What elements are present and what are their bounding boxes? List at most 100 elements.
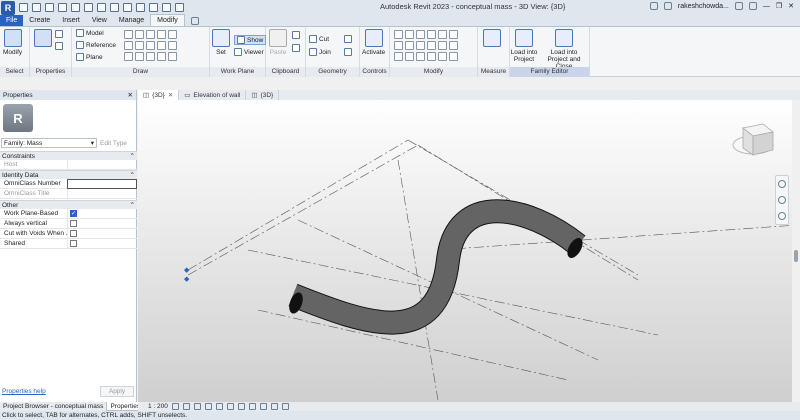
match-icon[interactable] bbox=[449, 52, 458, 61]
view-tab-3d-2[interactable]: ◫ {3D} bbox=[246, 90, 280, 100]
save-icon[interactable] bbox=[32, 3, 41, 12]
shadows-icon[interactable] bbox=[204, 403, 212, 410]
polygon-tool-icon[interactable] bbox=[146, 30, 155, 39]
paste-button[interactable]: Paste bbox=[269, 29, 287, 56]
switch-windows-icon[interactable] bbox=[162, 3, 171, 12]
detail-level-icon[interactable] bbox=[171, 403, 179, 410]
delete-icon[interactable] bbox=[427, 52, 436, 61]
type-properties-button[interactable] bbox=[55, 30, 63, 38]
maximize-button[interactable]: ❐ bbox=[776, 2, 782, 10]
unpin-icon[interactable] bbox=[416, 52, 425, 61]
help-icon[interactable] bbox=[748, 2, 757, 10]
join-geometry-button[interactable]: Join bbox=[309, 48, 331, 56]
pin-icon[interactable] bbox=[449, 41, 458, 50]
omniclass-number-field[interactable] bbox=[67, 178, 137, 189]
tab-extra-dropdown[interactable] bbox=[185, 15, 205, 26]
partial-ellipse-tool-icon[interactable] bbox=[146, 41, 155, 50]
user-icon[interactable] bbox=[663, 2, 672, 10]
model-line-button[interactable]: Model bbox=[76, 29, 104, 37]
text-icon[interactable] bbox=[97, 3, 106, 12]
fillet-tool-icon[interactable] bbox=[157, 41, 166, 50]
minimize-button[interactable]: — bbox=[763, 3, 770, 10]
array-icon[interactable] bbox=[394, 52, 403, 61]
offset-icon[interactable] bbox=[405, 30, 414, 39]
render-icon[interactable] bbox=[215, 403, 223, 410]
select-panel-label[interactable]: Select bbox=[0, 67, 29, 77]
family-selector[interactable]: Family: Mass ▾ bbox=[1, 138, 97, 148]
zoom-icon[interactable] bbox=[778, 196, 786, 204]
tangent-arc-tool-icon[interactable] bbox=[146, 52, 155, 61]
vertical-scrollbar[interactable] bbox=[792, 100, 800, 402]
sun-path-icon[interactable] bbox=[193, 403, 201, 410]
set-work-plane-button[interactable]: Set bbox=[212, 29, 230, 56]
move-icon[interactable] bbox=[394, 41, 403, 50]
cut-clipboard-button[interactable] bbox=[292, 44, 300, 52]
thin-lines-icon[interactable] bbox=[136, 3, 145, 12]
show-work-plane-button[interactable]: Show bbox=[234, 35, 267, 45]
properties-button[interactable] bbox=[34, 29, 52, 49]
cart-icon[interactable] bbox=[734, 2, 743, 10]
work-plane-based-checkbox[interactable]: ✓ bbox=[70, 210, 77, 217]
info-icon[interactable] bbox=[649, 2, 658, 10]
viewer-button[interactable]: Viewer bbox=[234, 48, 264, 56]
3d-view-icon[interactable] bbox=[110, 3, 119, 12]
view-tab-3d[interactable]: ◫ {3D} ✕ bbox=[138, 90, 180, 100]
mirror-axis-icon[interactable] bbox=[416, 30, 425, 39]
tab-view[interactable]: View bbox=[86, 15, 113, 26]
app-logo[interactable]: R bbox=[1, 0, 15, 15]
steering-wheel-icon[interactable] bbox=[778, 180, 786, 188]
analytical-model-icon[interactable] bbox=[281, 403, 289, 410]
tab-manage[interactable]: Manage bbox=[113, 15, 150, 26]
undo-icon[interactable] bbox=[45, 3, 54, 12]
ellipse-tool-icon[interactable] bbox=[135, 41, 144, 50]
close-properties-icon[interactable]: ✕ bbox=[128, 91, 133, 99]
pick-points-tool-icon[interactable] bbox=[157, 52, 166, 61]
print-icon[interactable] bbox=[71, 3, 80, 12]
3d-view-canvas[interactable]: ◆ ◆ bbox=[138, 100, 792, 402]
rotate-icon[interactable] bbox=[416, 41, 425, 50]
draw-on-face-tool-icon[interactable] bbox=[168, 52, 177, 61]
pick-faces-tool-icon[interactable] bbox=[135, 52, 144, 61]
viewcube-icon[interactable] bbox=[732, 123, 774, 156]
reveal-hidden-icon[interactable] bbox=[270, 403, 278, 410]
measure-icon[interactable] bbox=[84, 3, 93, 12]
split-gap-icon[interactable] bbox=[449, 30, 458, 39]
redo-icon[interactable] bbox=[58, 3, 67, 12]
plane-button[interactable]: Plane bbox=[76, 53, 103, 61]
tab-file[interactable]: File bbox=[0, 15, 24, 26]
close-views-icon[interactable] bbox=[149, 3, 158, 12]
view-tab-elevation[interactable]: ▭ Elevation of wall bbox=[179, 90, 247, 100]
family-types-button[interactable] bbox=[55, 42, 63, 50]
view-scale[interactable]: 1 : 200 bbox=[148, 403, 168, 410]
customize-icon[interactable] bbox=[175, 3, 184, 12]
edit-type-button[interactable]: Edit Type bbox=[100, 140, 127, 147]
rectangle-tool-icon[interactable] bbox=[135, 30, 144, 39]
trim-single-icon[interactable] bbox=[438, 41, 447, 50]
measure-button[interactable] bbox=[483, 29, 501, 49]
activate-button[interactable]: Activate bbox=[362, 29, 385, 56]
tab-project-browser[interactable]: Project Browser - conceptual mass bbox=[0, 402, 106, 411]
align-icon[interactable] bbox=[394, 30, 403, 39]
split-face-button[interactable] bbox=[344, 35, 352, 43]
point-tool-icon[interactable] bbox=[168, 41, 177, 50]
swept-mass[interactable] bbox=[287, 199, 586, 335]
split-icon[interactable] bbox=[438, 30, 447, 39]
close-window-button[interactable]: ✕ bbox=[788, 2, 794, 10]
properties-help-link[interactable]: Properties help bbox=[2, 388, 46, 395]
modify-button[interactable]: Modify bbox=[3, 29, 22, 56]
line-tool-icon[interactable] bbox=[124, 30, 133, 39]
arc-tool-icon[interactable] bbox=[168, 30, 177, 39]
copy-element-icon[interactable] bbox=[405, 41, 414, 50]
always-vertical-checkbox[interactable] bbox=[70, 220, 77, 227]
tab-insert[interactable]: Insert bbox=[56, 15, 86, 26]
scrollbar-thumb[interactable] bbox=[794, 250, 798, 262]
visual-style-icon[interactable] bbox=[182, 403, 190, 410]
cut-geometry-button[interactable]: Cut bbox=[309, 35, 329, 43]
scale-icon[interactable] bbox=[405, 52, 414, 61]
open-icon[interactable] bbox=[19, 3, 28, 12]
paint-button[interactable] bbox=[344, 48, 352, 56]
cut-with-voids-checkbox[interactable] bbox=[70, 230, 77, 237]
close-tab-icon[interactable]: ✕ bbox=[168, 91, 173, 99]
show-crop-icon[interactable] bbox=[237, 403, 245, 410]
crop-view-icon[interactable] bbox=[226, 403, 234, 410]
